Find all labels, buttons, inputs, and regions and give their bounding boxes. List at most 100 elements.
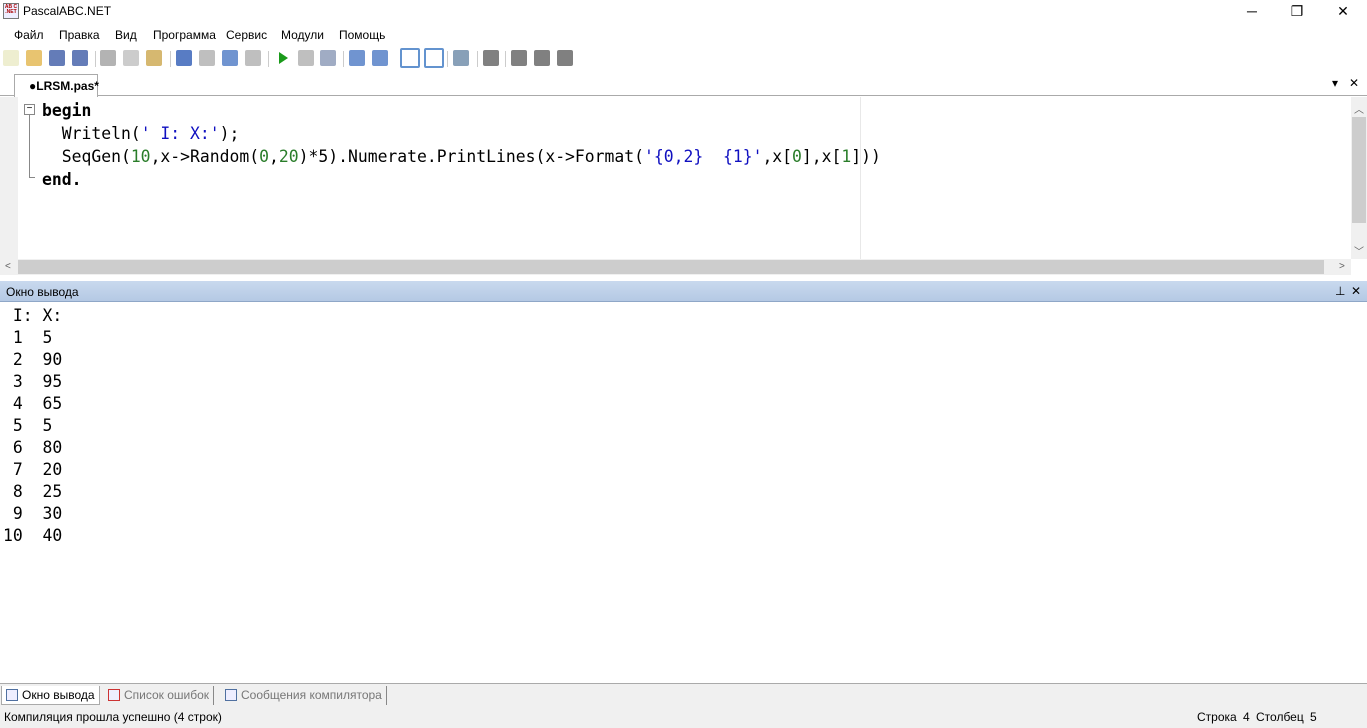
output-line: 7 20 [3,460,63,479]
scroll-up-icon[interactable]: ︿ [1354,101,1364,116]
scroll-right-icon[interactable]: > [1339,261,1345,272]
toolbar-separator [477,51,478,67]
stop-icon[interactable] [298,50,314,66]
code-token: '{0,2} {1}' [644,147,763,166]
line-label: Строка [1197,710,1237,724]
status-message: Компиляция прошла успешно (4 строк) [4,710,222,724]
column-number: 5 [1310,710,1317,724]
editor-vertical-scroll-thumb[interactable] [1352,117,1366,223]
menu-edit[interactable]: Правка [59,28,100,42]
scroll-left-icon[interactable]: < [5,261,11,272]
output-line: 2 90 [3,350,63,369]
code-line: Writeln(' I: X:'); [42,122,240,145]
tab-label: Сообщения компилятора [241,688,382,702]
navigate-back-icon[interactable] [222,50,238,66]
menu-file[interactable]: Файл [14,28,44,42]
close-button[interactable]: ✕ [1320,0,1366,24]
menu-bar: Файл Правка Вид Программа Сервис Модули … [0,24,1367,46]
open-icon[interactable] [26,50,42,66]
code-line: begin [42,99,91,122]
output-line: 4 65 [3,394,63,413]
output-window[interactable]: I: X: 1 5 2 90 3 95 4 65 5 5 6 80 7 20 8… [0,303,1367,683]
output-window-icon [6,689,18,701]
menu-modules[interactable]: Модули [281,28,324,42]
output-line: 9 30 [3,504,63,523]
run-icon[interactable] [279,52,288,64]
code-token: 0 [792,147,802,166]
code-token: 20 [278,147,299,166]
output-line: I: X: [3,306,63,325]
code-line: end. [42,168,81,191]
save-icon[interactable] [49,50,65,66]
output-close-icon[interactable]: ✕ [1351,284,1361,298]
menu-help[interactable]: Помощь [339,28,385,42]
code-token: SeqGen( [42,147,131,166]
output-panel-header: Окно вывода ⊥ ✕ [0,281,1367,302]
output-line: 3 95 [3,372,63,391]
minimize-button[interactable]: ─ [1229,0,1275,24]
tab-compiler-messages[interactable]: Сообщения компилятора [221,686,387,705]
tab-close-icon[interactable]: ✕ [1349,76,1359,90]
output-line: 8 25 [3,482,63,501]
copy-icon[interactable] [123,50,139,66]
d-icon[interactable] [511,50,527,66]
tab-lrsm-pas[interactable]: ●LRSM.pas* [14,74,99,97]
title-bar: AB C .NET PascalABC.NET ─ ❐ ✕ [0,0,1367,24]
code-token: 0 [259,147,269,166]
undo-icon[interactable] [176,50,192,66]
code-line: SeqGen(10,x->Random(0,20)*5).Numerate.Pr… [42,145,881,168]
toolbar-separator [343,51,344,67]
compiler-messages-icon [225,689,237,701]
editor-horizontal-scroll-thumb[interactable] [18,260,1324,274]
text-icon[interactable] [424,48,444,68]
output-panel-title: Окно вывода [6,285,79,299]
debug-icon[interactable] [320,50,336,66]
step-into-icon[interactable] [349,50,365,66]
window-title: PascalABC.NET [23,4,112,18]
code-editor[interactable]: − begin Writeln(' I: X:'); SeqGen(10,x->… [0,97,1351,259]
scroll-down-icon[interactable]: ﹀ [1354,243,1364,258]
document-tabstrip: ●LRSM.pas* ▾ ✕ [0,72,1367,97]
code-token: 10 [130,147,151,166]
fold-collapse-icon[interactable]: − [24,104,35,115]
line-number: 4 [1243,710,1250,724]
error-list-icon [108,689,120,701]
save-all-icon[interactable] [72,50,88,66]
toolbar-separator [95,51,96,67]
tab-list-dropdown-icon[interactable]: ▾ [1332,76,1338,90]
new-file-icon[interactable] [3,50,19,66]
cut-icon[interactable] [100,50,116,66]
menu-service[interactable]: Сервис [226,28,267,42]
output-line: 1 5 [3,328,53,347]
toolbar-separator [170,51,171,67]
code-token: ])) [851,147,881,166]
redo-icon[interactable] [199,50,215,66]
r-icon[interactable] [557,50,573,66]
app-logo-icon: AB C .NET [3,3,19,19]
l-icon[interactable] [534,50,550,66]
format-icon[interactable] [453,50,469,66]
step-over-icon[interactable] [372,50,388,66]
code-token: , [269,147,279,166]
code-token: ],x[ [801,147,842,166]
menu-view[interactable]: Вид [115,28,137,42]
code-icon[interactable] [483,50,499,66]
code-token: ' I: X:' [140,124,220,143]
code-token: ,x[ [762,147,793,166]
code-token: begin [42,101,92,120]
code-token: 1 [841,147,852,166]
code-token: ); [219,124,240,143]
console-icon[interactable] [400,48,420,68]
menu-program[interactable]: Программа [153,28,216,42]
toolbar-separator [268,51,269,67]
paste-icon[interactable] [146,50,162,66]
tab-label: Окно вывода [22,688,95,702]
pin-icon[interactable]: ⊥ [1335,284,1345,298]
tab-error-list[interactable]: Список ошибок [104,686,215,705]
tab-output-window[interactable]: Окно вывода [1,686,100,705]
navigate-forward-icon[interactable] [245,50,261,66]
code-token: end. [42,170,82,189]
column-label: Столбец [1256,710,1304,724]
status-bar: Компиляция прошла успешно (4 строк) Стро… [0,705,1367,728]
maximize-button[interactable]: ❐ [1274,0,1320,24]
